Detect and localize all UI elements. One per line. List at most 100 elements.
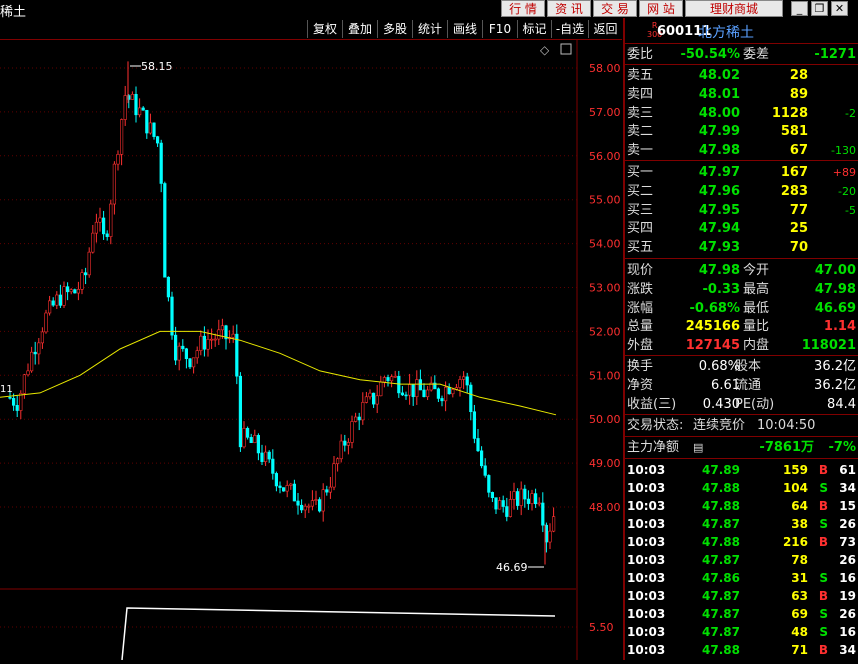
- candle[interactable]: [138, 98, 142, 118]
- minimize-icon[interactable]: _: [791, 1, 808, 16]
- candle[interactable]: [289, 482, 293, 490]
- candle[interactable]: [411, 384, 415, 406]
- candle[interactable]: [512, 482, 516, 510]
- candle[interactable]: [400, 386, 405, 397]
- candle[interactable]: [343, 434, 347, 452]
- candle[interactable]: [109, 199, 113, 245]
- bid-row[interactable]: 买四 47.94 25: [625, 219, 858, 238]
- candle[interactable]: [339, 434, 343, 463]
- candle[interactable]: [148, 113, 153, 135]
- candle[interactable]: [407, 373, 412, 405]
- candle[interactable]: [94, 213, 98, 243]
- candle[interactable]: [184, 347, 189, 369]
- fundamental-row[interactable]: 换手 0.68% 股本 36.2亿: [625, 357, 858, 376]
- candle[interactable]: [120, 118, 124, 166]
- candle[interactable]: [231, 325, 235, 343]
- candle[interactable]: [317, 497, 322, 513]
- tick-row[interactable]: 10:03 47.88 64 B 15: [625, 497, 858, 515]
- candle[interactable]: [447, 383, 451, 395]
- candle[interactable]: [152, 122, 156, 140]
- candle[interactable]: [314, 490, 318, 506]
- biaoji-button[interactable]: 标记: [517, 20, 551, 38]
- restore-icon[interactable]: ❐: [811, 1, 828, 16]
- ask-row[interactable]: 卖四 48.01 89: [625, 85, 858, 104]
- candle[interactable]: [533, 488, 538, 508]
- candle[interactable]: [228, 330, 232, 344]
- candle[interactable]: [375, 385, 379, 414]
- candle[interactable]: [465, 372, 469, 394]
- candle[interactable]: [238, 372, 243, 452]
- candle[interactable]: [15, 395, 19, 418]
- candle[interactable]: [278, 481, 282, 494]
- diejia-button[interactable]: 叠加: [342, 20, 377, 38]
- candle[interactable]: [476, 428, 480, 452]
- window-icon[interactable]: [560, 43, 572, 55]
- tick-row[interactable]: 10:03 47.86 31 S 16: [625, 569, 858, 587]
- nav-jiaoyi-button[interactable]: 交 易: [593, 0, 637, 17]
- nav-zixun-button[interactable]: 资 讯: [547, 0, 591, 17]
- candle[interactable]: [461, 371, 466, 390]
- candle[interactable]: [483, 458, 487, 478]
- candle[interactable]: [256, 433, 261, 461]
- stat-row[interactable]: 涨跌 -0.33 最高 47.98: [625, 280, 858, 299]
- candle[interactable]: [246, 426, 250, 440]
- candle[interactable]: [188, 357, 192, 369]
- candle[interactable]: [292, 479, 297, 502]
- candle[interactable]: [335, 457, 340, 472]
- tick-row[interactable]: 10:03 47.87 63 B 19: [625, 587, 858, 605]
- candle[interactable]: [123, 85, 127, 126]
- candle[interactable]: [105, 230, 109, 241]
- candle[interactable]: [310, 490, 315, 511]
- candle[interactable]: [350, 415, 354, 449]
- candle[interactable]: [382, 375, 387, 388]
- candle[interactable]: [379, 376, 383, 397]
- candle[interactable]: [357, 412, 361, 431]
- f10-button[interactable]: F10: [482, 20, 517, 38]
- candle[interactable]: [76, 281, 80, 301]
- zixuan-button[interactable]: -自选: [551, 20, 588, 38]
- candle[interactable]: [199, 330, 203, 356]
- candle[interactable]: [508, 491, 513, 518]
- candle[interactable]: [332, 455, 336, 491]
- candle[interactable]: [368, 389, 372, 400]
- candle[interactable]: [422, 383, 426, 398]
- fuquan-button[interactable]: 复权: [307, 20, 342, 38]
- duogu-button[interactable]: 多股: [377, 20, 412, 38]
- candle[interactable]: [490, 491, 495, 503]
- tick-row[interactable]: 10:03 47.88 216 B 73: [625, 533, 858, 551]
- tick-row[interactable]: 10:03 47.89 159 B 61: [625, 461, 858, 479]
- candle[interactable]: [51, 297, 55, 307]
- candle[interactable]: [98, 207, 102, 232]
- candle[interactable]: [501, 495, 505, 513]
- candle[interactable]: [62, 281, 66, 308]
- bid-row[interactable]: 买二 47.96 283 -20: [625, 182, 858, 201]
- candle[interactable]: [217, 319, 221, 346]
- candle[interactable]: [436, 387, 441, 403]
- candle[interactable]: [296, 493, 300, 515]
- candle[interactable]: [523, 484, 527, 508]
- candle[interactable]: [299, 499, 304, 514]
- tick-row[interactable]: 10:03 47.87 38 S 26: [625, 515, 858, 533]
- stat-row[interactable]: 涨幅 -0.68% 最低 46.69: [625, 299, 858, 318]
- candle[interactable]: [415, 370, 419, 405]
- candle[interactable]: [361, 392, 365, 425]
- candle[interactable]: [170, 291, 174, 340]
- candle[interactable]: [116, 150, 120, 171]
- candle[interactable]: [487, 474, 491, 498]
- candle[interactable]: [389, 374, 394, 388]
- candle[interactable]: [159, 139, 163, 193]
- bid-row[interactable]: 买五 47.93 70: [625, 238, 858, 257]
- ask-row[interactable]: 卖三 48.00 1128 -2: [625, 104, 858, 123]
- ask-row[interactable]: 卖五 48.02 28: [625, 66, 858, 85]
- kline-svg[interactable]: 58.00 57.00 56.00 55.00 54.00 53.00 52.00 51.00…: [0, 40, 622, 661]
- candle[interactable]: [548, 523, 552, 549]
- candle[interactable]: [37, 338, 41, 365]
- bid-row[interactable]: 买一 47.97 167 +89: [625, 163, 858, 182]
- candle[interactable]: [393, 370, 397, 378]
- ask-row[interactable]: 卖一 47.98 67 -130: [625, 141, 858, 160]
- candle[interactable]: [91, 224, 95, 254]
- candle[interactable]: [346, 438, 351, 455]
- candle[interactable]: [537, 497, 541, 507]
- tick-row[interactable]: 10:03 47.87 69 S 26: [625, 605, 858, 623]
- stat-row[interactable]: 外盘 127145 内盘 118021: [625, 336, 858, 355]
